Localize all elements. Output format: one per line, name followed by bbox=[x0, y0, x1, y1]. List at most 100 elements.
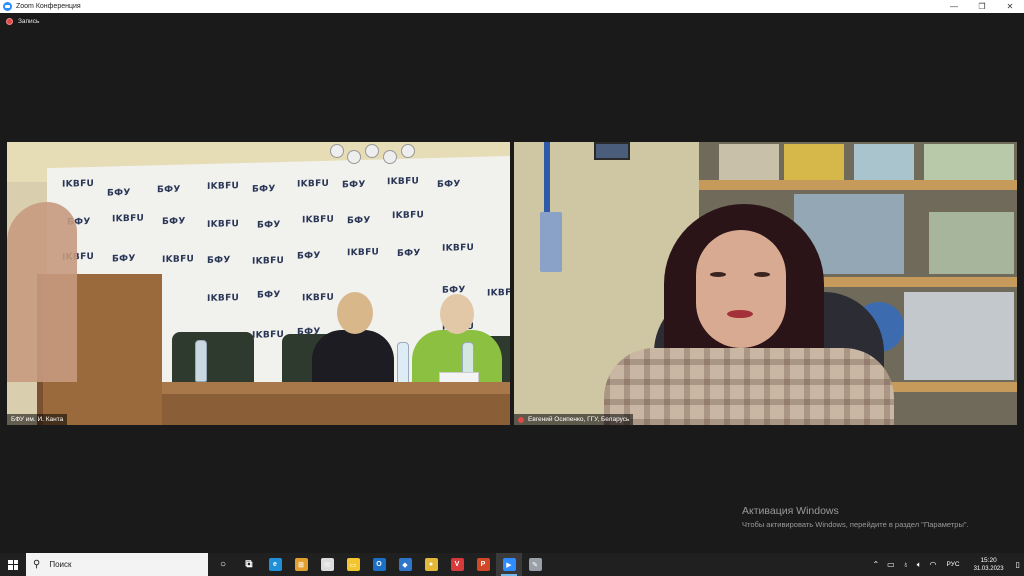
chair bbox=[172, 332, 254, 387]
notification-icon[interactable]: ▯ bbox=[1016, 560, 1020, 569]
speaker-icon[interactable]: 🔈︎ bbox=[917, 560, 922, 570]
recording-indicator[interactable]: Запись bbox=[6, 18, 39, 25]
activation-title: Активация Windows bbox=[742, 505, 839, 517]
lanyard bbox=[544, 142, 550, 212]
chevron-up-icon[interactable]: ⌃ bbox=[872, 560, 879, 569]
participant-name: Евгений Осипенко, ГГУ, Беларусь bbox=[528, 416, 630, 423]
taskbar-app-cortana[interactable]: ○ bbox=[210, 553, 236, 576]
speaker-1 bbox=[312, 330, 394, 385]
wall-picture bbox=[594, 142, 630, 160]
network-icon[interactable]: ▭ bbox=[887, 560, 895, 569]
window-titlebar: Zoom Конференция — ❐ ✕ bbox=[0, 0, 1024, 13]
outlook-icon: O bbox=[372, 558, 386, 571]
books bbox=[929, 212, 1014, 274]
speaker-2-head bbox=[440, 294, 474, 334]
window-controls: — ❐ ✕ bbox=[940, 0, 1024, 13]
banner-logo: IKBFU bbox=[392, 210, 425, 222]
shelf-board bbox=[699, 180, 1017, 190]
taskbar-app-task-view[interactable]: ⧉ bbox=[236, 553, 262, 576]
taskbar-app-app-tool[interactable]: ✎ bbox=[522, 553, 548, 576]
taskbar-search[interactable]: ⚲ Поиск bbox=[26, 553, 208, 576]
banner-logo: БФУ bbox=[347, 215, 371, 227]
banner-logo: IKBFU bbox=[487, 287, 510, 299]
banner-logo: IKBFU bbox=[207, 293, 240, 304]
books bbox=[719, 144, 779, 180]
mic-muted-icon bbox=[518, 416, 524, 423]
search-placeholder: Поиск bbox=[49, 560, 72, 569]
task-view-icon: ⧉ bbox=[245, 559, 253, 570]
activation-subtitle: Чтобы активировать Windows, перейдите в … bbox=[742, 520, 969, 529]
banner-logo: IKBFU bbox=[252, 255, 285, 267]
close-button[interactable]: ✕ bbox=[996, 0, 1024, 13]
banner-logo: IKBFU bbox=[302, 292, 335, 304]
participant-name: БФУ им. И. Канта bbox=[11, 416, 64, 423]
banner-logo: БФУ bbox=[257, 220, 281, 231]
water-bottle bbox=[397, 342, 409, 384]
books bbox=[924, 144, 1014, 180]
taskbar-app-app-blue[interactable]: ◆ bbox=[392, 553, 418, 576]
maximize-button[interactable]: ❐ bbox=[968, 0, 996, 13]
start-button[interactable] bbox=[0, 553, 26, 576]
powerpoint-icon: P bbox=[476, 558, 490, 571]
system-tray: ⌃ ▭ ♁ 🔈︎ ◠ РУС 15:20 31.03.2023 ▯ bbox=[868, 553, 1024, 576]
taskbar-apps: ○ ⧉ e ⊞ ✉ ▭ O ◆ ● V P ▶ ✎ bbox=[210, 553, 548, 576]
video-tile-1[interactable]: IKBFU БФУ БФУ IKBFU БФУ IKBFU БФУ IKBFU … bbox=[7, 142, 510, 425]
water-bottle bbox=[195, 340, 207, 382]
banner-logo: БФУ bbox=[297, 250, 321, 262]
banner-logo: IKBFU bbox=[347, 247, 380, 259]
books bbox=[784, 144, 844, 180]
taskbar-app-store[interactable]: ⊞ bbox=[288, 553, 314, 576]
taskbar-app-explorer[interactable]: ▭ bbox=[340, 553, 366, 576]
table bbox=[157, 382, 510, 394]
taskbar-app-outlook[interactable]: O bbox=[366, 553, 392, 576]
participant-name-tag: Евгений Осипенко, ГГУ, Беларусь bbox=[514, 414, 634, 425]
banner-logo: БФУ bbox=[437, 179, 461, 190]
wifi-icon[interactable]: ◠ bbox=[930, 560, 937, 569]
mail-icon: ✉ bbox=[320, 558, 334, 571]
banner-logo: БФУ bbox=[112, 253, 136, 265]
banner-logo: IKBFU bbox=[302, 214, 335, 226]
taskbar-app-mail[interactable]: ✉ bbox=[314, 553, 340, 576]
window-title: Zoom Конференция bbox=[16, 3, 81, 10]
microphone-icon[interactable]: ♁ bbox=[903, 560, 909, 569]
banner-logo: БФУ bbox=[157, 184, 181, 196]
banner-logo: IKBFU bbox=[207, 219, 240, 230]
banner-logo: IKBFU bbox=[162, 254, 195, 266]
taskbar-clock[interactable]: 15:20 31.03.2023 bbox=[974, 556, 1004, 574]
video-tile-2[interactable]: Евгений Осипенко, ГГУ, Беларусь bbox=[514, 142, 1017, 425]
badge bbox=[540, 212, 562, 272]
banner-logo: БФУ bbox=[162, 216, 186, 228]
table-front bbox=[162, 394, 510, 425]
taskbar-app-powerpoint[interactable]: P bbox=[470, 553, 496, 576]
store-icon: ⊞ bbox=[294, 558, 308, 571]
shirt-pattern bbox=[604, 348, 894, 425]
participant-name-tag: БФУ им. И. Канта bbox=[7, 414, 68, 425]
banner-logo: БФУ bbox=[107, 187, 131, 199]
participant-eye bbox=[754, 272, 770, 277]
vivaldi-icon: V bbox=[450, 558, 464, 571]
app-tool-icon: ✎ bbox=[528, 558, 542, 571]
windows-activation-watermark: Активация Windows Чтобы активировать Win… bbox=[742, 505, 969, 529]
language-indicator[interactable]: РУС bbox=[947, 561, 960, 568]
taskbar-app-chrome[interactable]: ● bbox=[418, 553, 444, 576]
taskbar-app-edge[interactable]: e bbox=[262, 553, 288, 576]
cortana-icon: ○ bbox=[219, 559, 227, 570]
app-blue-icon: ◆ bbox=[398, 558, 412, 571]
banner-logo: IKBFU bbox=[207, 181, 240, 192]
clock-date: 31.03.2023 bbox=[973, 565, 1004, 572]
taskbar-app-zoom[interactable]: ▶ bbox=[496, 553, 522, 576]
banner-logo: БФУ bbox=[252, 184, 276, 195]
taskbar: ⚲ Поиск ○ ⧉ e ⊞ ✉ ▭ O ◆ ● V P ▶ ✎ ⌃ ▭ ♁ 🔈︎ ◠ РУС 15:… bbox=[0, 553, 1024, 576]
taskbar-app-vivaldi[interactable]: V bbox=[444, 553, 470, 576]
wall-clocks bbox=[325, 142, 425, 182]
speaker-1-head bbox=[337, 292, 373, 334]
clock-time: 15:20 bbox=[980, 556, 997, 564]
participant-face bbox=[696, 230, 786, 348]
banner-logo: IKBFU bbox=[252, 329, 285, 341]
minimize-button[interactable]: — bbox=[940, 0, 968, 13]
windows-logo-icon bbox=[8, 559, 18, 570]
zoom-app-icon bbox=[3, 2, 12, 11]
banner-logo: БФУ bbox=[207, 255, 231, 266]
participant-eye bbox=[710, 272, 726, 277]
banner-logo: IKBFU bbox=[62, 178, 95, 190]
